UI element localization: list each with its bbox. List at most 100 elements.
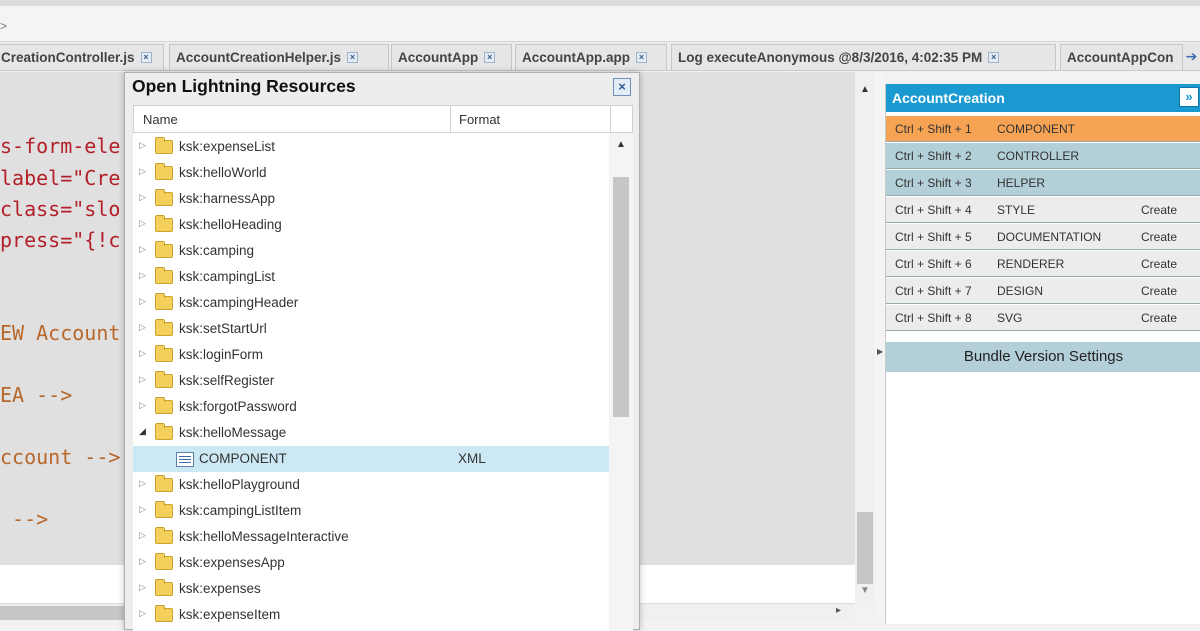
bundle-item-name: DESIGN — [997, 284, 1044, 298]
tab-label: Log executeAnonymous @8/3/2016, 4:02:35 … — [678, 50, 983, 65]
tree-item-label: ksk:camping — [179, 243, 255, 258]
tab-account-app-controller[interactable]: AccountAppCon — [1060, 44, 1184, 70]
code-line: class="slo — [0, 197, 121, 221]
expand-icon[interactable]: » — [1179, 87, 1199, 107]
scroll-up-icon[interactable]: ▲ — [860, 84, 870, 95]
bundle-create-link[interactable]: Create — [1141, 311, 1177, 325]
tab-creation-controller[interactable]: CreationController.js × — [0, 44, 164, 70]
tree-item[interactable]: ▷ ksk:helloHeading — [133, 212, 609, 238]
close-icon[interactable]: × — [484, 52, 496, 63]
bundle-create-link[interactable]: Create — [1141, 284, 1177, 298]
tree-item[interactable]: ▷ ksk:expenseList — [133, 134, 609, 160]
tree-item[interactable]: ▷ ksk:campingHeader — [133, 290, 609, 316]
bundle-item-helper[interactable]: Ctrl + Shift + 3 HELPER — [886, 170, 1200, 196]
tab-label: AccountApp.app — [522, 50, 630, 65]
expand-arrow-icon[interactable]: ▷ — [139, 140, 146, 151]
close-icon[interactable]: × — [636, 52, 647, 63]
expand-arrow-icon[interactable]: ▷ — [139, 478, 146, 489]
tree-item-label: ksk:harnessApp — [179, 191, 276, 206]
bundle-item-component[interactable]: Ctrl + Shift + 1 COMPONENT — [886, 116, 1200, 142]
column-divider[interactable] — [450, 106, 451, 132]
expand-arrow-icon[interactable]: ▷ — [139, 192, 146, 203]
tree-item[interactable]: ▷ ksk:forgotPassword — [133, 394, 609, 420]
tree-item[interactable]: ▷ ksk:setStartUrl — [133, 316, 609, 342]
close-icon[interactable]: × — [988, 52, 1000, 63]
panel-splitter[interactable]: ▶ — [875, 72, 885, 622]
collapse-arrow-icon[interactable]: ▶ — [877, 347, 883, 356]
expand-arrow-icon[interactable]: ▷ — [139, 582, 146, 593]
tree-item-label: ksk:expensesApp — [179, 555, 285, 570]
bundle-shortcut: Ctrl + Shift + 6 — [895, 257, 972, 271]
expand-arrow-icon[interactable]: ▷ — [139, 556, 146, 567]
scrollbar-thumb[interactable] — [613, 177, 629, 417]
bundle-version-settings-button[interactable]: Bundle Version Settings — [886, 342, 1200, 372]
tree-item[interactable]: ▷ ksk:selfRegister — [133, 368, 609, 394]
tab-log-execute-anonymous[interactable]: Log executeAnonymous @8/3/2016, 4:02:35 … — [671, 44, 1056, 70]
expand-arrow-icon[interactable]: ▷ — [139, 504, 146, 515]
tree-item[interactable]: ▷ ksk:camping — [133, 238, 609, 264]
folder-icon — [155, 163, 173, 180]
expand-arrow-icon[interactable]: ▷ — [139, 166, 146, 177]
tree-item[interactable]: ▷ ksk:expenseItem — [133, 602, 609, 628]
bundle-item-svg[interactable]: Ctrl + Shift + 8 SVG Create — [886, 305, 1200, 331]
folder-icon — [155, 371, 173, 388]
breadcrumb[interactable]: > — [0, 19, 7, 33]
tree-item[interactable]: ▷ ksk:expenses — [133, 576, 609, 602]
column-header-name[interactable]: Name — [143, 112, 178, 127]
collapse-arrow-icon[interactable]: ◢ — [139, 426, 146, 437]
bundle-create-link[interactable]: Create — [1141, 230, 1177, 244]
expand-arrow-icon[interactable]: ▷ — [139, 348, 146, 359]
bundle-item-renderer[interactable]: Ctrl + Shift + 6 RENDERER Create — [886, 251, 1200, 277]
tree-item[interactable]: ▷ ksk:harnessApp — [133, 186, 609, 212]
folder-icon — [155, 553, 173, 570]
folder-icon — [155, 293, 173, 310]
tree-item[interactable]: ▷ ksk:helloPlayground — [133, 472, 609, 498]
expand-arrow-icon[interactable]: ▷ — [139, 218, 146, 229]
tab-account-app-app[interactable]: AccountApp.app × — [515, 44, 667, 70]
bundle-item-documentation[interactable]: Ctrl + Shift + 5 DOCUMENTATION Create — [886, 224, 1200, 250]
tab-scroll-right-icon[interactable]: ➔ — [1182, 44, 1200, 70]
bundle-create-link[interactable]: Create — [1141, 203, 1177, 217]
bundle-item-style[interactable]: Ctrl + Shift + 4 STYLE Create — [886, 197, 1200, 223]
bundle-item-design[interactable]: Ctrl + Shift + 7 DESIGN Create — [886, 278, 1200, 304]
tree-item[interactable]: ◢ ksk:helloMessage — [133, 420, 609, 446]
tree-item[interactable]: ▷ ksk:loginForm — [133, 342, 609, 368]
tree-item[interactable]: ▷ ksk:expensesApp — [133, 550, 609, 576]
tree-item-label: ksk:expenseItem — [179, 607, 281, 622]
bundle-item-controller[interactable]: Ctrl + Shift + 2 CONTROLLER — [886, 143, 1200, 169]
tab-account-app[interactable]: AccountApp × — [391, 44, 512, 70]
tree-item[interactable]: ▷ ksk:helloWorld — [133, 160, 609, 186]
scroll-down-icon[interactable]: ▼ — [860, 585, 870, 596]
tab-account-creation-helper[interactable]: AccountCreationHelper.js × — [169, 44, 389, 70]
tree-item[interactable]: ▷ ksk:campingListItem — [133, 498, 609, 524]
column-header-format[interactable]: Format — [459, 112, 500, 127]
bundle-item-name: RENDERER — [997, 257, 1065, 271]
folder-icon — [155, 475, 173, 492]
expand-arrow-icon[interactable]: ▷ — [139, 322, 146, 333]
scrollbar-thumb[interactable] — [857, 512, 873, 584]
expand-arrow-icon[interactable]: ▷ — [139, 270, 146, 281]
bundle-header: AccountCreation » — [886, 84, 1200, 112]
folder-icon — [155, 215, 173, 232]
expand-arrow-icon[interactable]: ▷ — [139, 244, 146, 255]
tree-item[interactable]: ▷ ksk:campingList — [133, 264, 609, 290]
expand-arrow-icon[interactable]: ▷ — [139, 608, 146, 619]
bundle-create-link[interactable]: Create — [1141, 257, 1177, 271]
tree-item-label: ksk:helloWorld — [179, 165, 267, 180]
resource-tree-scrollbar[interactable]: ▲ — [609, 133, 633, 631]
folder-icon — [155, 527, 173, 544]
scroll-up-icon[interactable]: ▲ — [616, 139, 626, 150]
scroll-right-icon[interactable]: ▸ — [836, 605, 841, 616]
expand-arrow-icon[interactable]: ▷ — [139, 296, 146, 307]
close-icon[interactable]: × — [613, 78, 631, 96]
scrollbar-thumb[interactable] — [0, 606, 125, 620]
tree-child-item[interactable]: COMPONENT XML — [133, 446, 609, 472]
close-icon[interactable]: × — [140, 52, 152, 63]
expand-arrow-icon[interactable]: ▷ — [139, 400, 146, 411]
bundle-shortcut: Ctrl + Shift + 5 — [895, 230, 972, 244]
editor-vertical-scrollbar[interactable]: ▲ ▼ — [855, 72, 875, 607]
expand-arrow-icon[interactable]: ▷ — [139, 374, 146, 385]
expand-arrow-icon[interactable]: ▷ — [139, 530, 146, 541]
tree-item[interactable]: ▷ ksk:helloMessageInteractive — [133, 524, 609, 550]
close-icon[interactable]: × — [347, 52, 359, 63]
